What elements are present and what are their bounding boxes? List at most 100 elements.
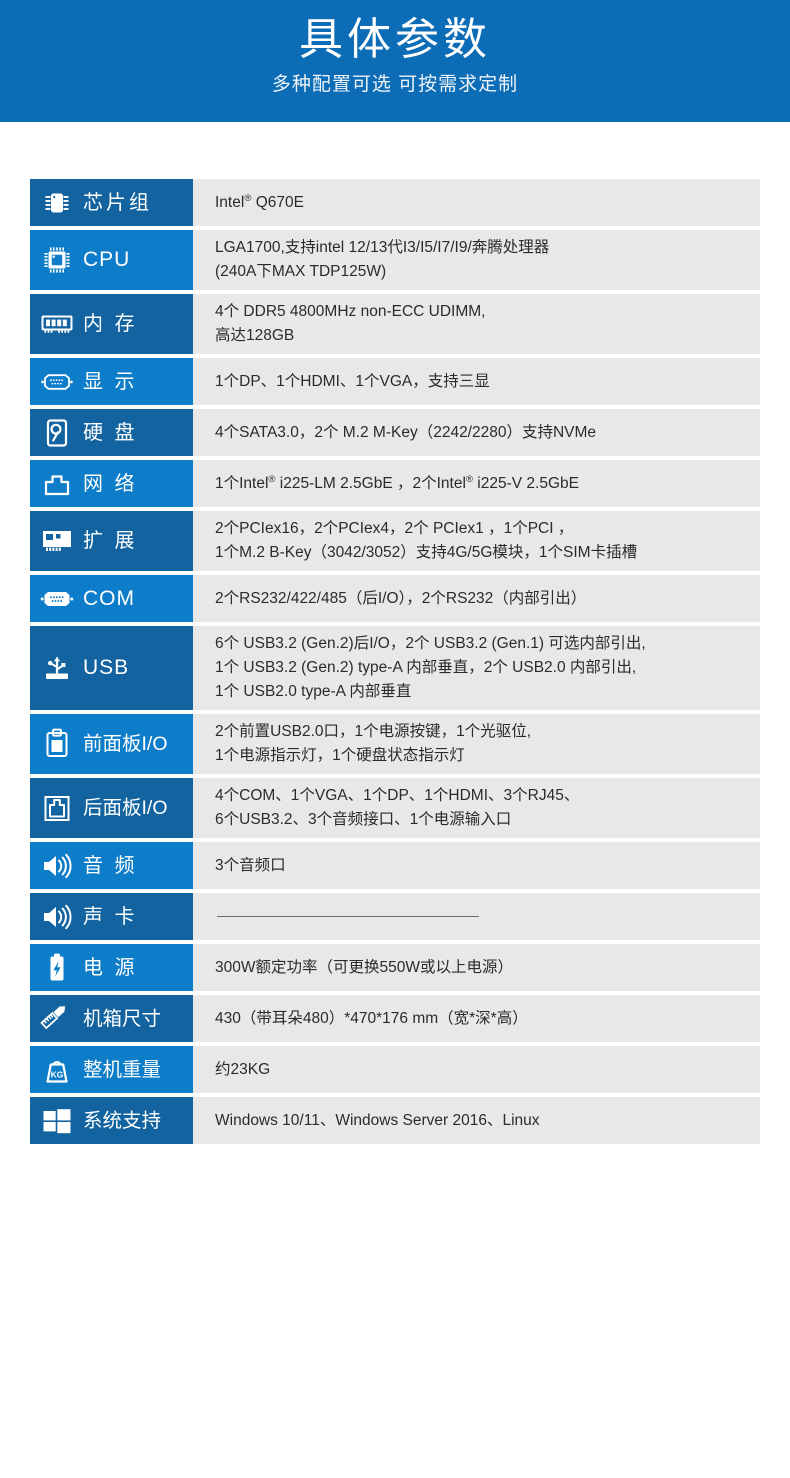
spec-row: 网 络 1个Intel® i225-LM 2.5GbE ，2个Intel® i22… xyxy=(30,460,760,507)
page-title: 具体参数 xyxy=(299,15,491,64)
spec-label-text: 系统支持 xyxy=(83,1109,162,1132)
battery-power-icon xyxy=(40,951,74,985)
spec-value-line: 约23KG xyxy=(215,1060,271,1078)
spec-row: KG 整机重量 约23KG xyxy=(30,1046,760,1093)
front-panel-icon xyxy=(40,727,74,761)
spec-row-value: Windows 10/11、Windows Server 2016、Linux xyxy=(193,1097,760,1144)
spec-row-value: 2个RS232/422/485（后I/O），2个RS232（内部引出） xyxy=(193,575,760,622)
spec-label-text: 扩 展 xyxy=(83,530,138,552)
spec-row-value: 4个 DDR5 4800MHz non-ECC UDIMM, 高达128GB xyxy=(193,294,760,354)
spec-row-value: 2个前置USB2.0口，1个电源按键，1个光驱位, 1个电源指示灯，1个硬盘状态指… xyxy=(193,714,760,774)
spec-row-value: 1个DP、1个HDMI、1个VGA，支持三显 xyxy=(193,358,760,405)
spec-row-value: 430（带耳朵480）*470*176 mm（宽*深*高） xyxy=(193,995,760,1042)
spec-row-value xyxy=(193,893,760,940)
spec-row-label: 网 络 xyxy=(30,460,193,507)
spec-value-line: 1个Intel® i225-LM 2.5GbE ，2个Intel® i225-V… xyxy=(215,473,579,492)
spec-label-text: 电 源 xyxy=(83,956,138,979)
spec-row: 硬 盘 4个SATA3.0，2个 M.2 M-Key（2242/2280）支持NV… xyxy=(30,409,760,456)
usb-icon xyxy=(40,651,74,685)
spec-row-label: 系统支持 xyxy=(30,1097,193,1144)
weight-kg-icon: KG xyxy=(40,1053,74,1087)
serial-port-icon xyxy=(40,582,74,616)
spec-row-value: 2个PCIex16，2个PCIex4，2个 PCIex1 ，1个PCI ， 1个M… xyxy=(193,511,760,571)
spec-value-line: 4个SATA3.0，2个 M.2 M-Key（2242/2280）支持NVMe xyxy=(215,423,597,441)
spec-label-text: USB xyxy=(83,656,130,679)
spec-row-label: 芯片组 xyxy=(30,179,193,226)
spec-label-text: 内 存 xyxy=(83,313,138,335)
spec-row-value: Intel® Q670E xyxy=(193,179,760,226)
spec-label-text: 前面板I/O xyxy=(83,733,168,755)
spec-row-label: 扩 展 xyxy=(30,511,193,571)
rj45-network-icon xyxy=(40,467,74,501)
spec-value-line: 2个前置USB2.0口，1个电源按键，1个光驱位, xyxy=(215,723,532,740)
vga-port-icon xyxy=(40,365,74,399)
spec-value-line: 4个COM、1个VGA、1个DP、1个HDMI、3个RJ45、 xyxy=(215,787,580,804)
spec-row-label: 前面板I/O xyxy=(30,714,193,774)
spec-row-value: 300W额定功率（可更换550W或以上电源） xyxy=(193,944,760,991)
spec-value-line: 1个 USB3.2 (Gen.2) type-A 内部垂直，2个 USB2.0 … xyxy=(215,659,637,676)
spec-value-line: 1个M.2 B-Key（3042/3052）支持4G/5G模块，1个SIM卡插槽 xyxy=(215,544,638,561)
spec-label-text: 网 络 xyxy=(83,472,138,495)
spec-label-text: 后面板I/O xyxy=(83,797,168,819)
spec-row: 前面板I/O 2个前置USB2.0口，1个电源按键，1个光驱位, 1个电源指示灯，1… xyxy=(30,714,760,774)
spec-row: CPU LGA1700,支持intel 12/13代I3/I5/I7/I9/奔腾处… xyxy=(30,230,760,290)
spec-value-line: 300W额定功率（可更换550W或以上电源） xyxy=(215,958,513,976)
spec-row: 声 卡 xyxy=(30,893,760,940)
spec-value-line: LGA1700,支持intel 12/13代I3/I5/I7/I9/奔腾处理器 xyxy=(215,239,550,256)
spec-row-value: 3个音频口 xyxy=(193,842,760,889)
spec-row-label: 机箱尺寸 xyxy=(30,995,193,1042)
spec-value-line: 430（带耳朵480）*470*176 mm（宽*深*高） xyxy=(215,1009,528,1027)
spec-row: COM 2个RS232/422/485（后I/O），2个RS232（内部引出） xyxy=(30,575,760,622)
spec-label-text: 硬 盘 xyxy=(83,421,138,444)
windows-logo-icon xyxy=(40,1104,74,1138)
spec-value-line: 6个 USB3.2 (Gen.2)后I/O，2个 USB3.2 (Gen.1) … xyxy=(215,635,646,652)
spec-value-line: 3个音频口 xyxy=(215,856,286,874)
spec-row-label: CPU xyxy=(30,230,193,290)
spec-row-value: 约23KG xyxy=(193,1046,760,1093)
spec-label-text: 音 频 xyxy=(83,854,138,877)
svg-text:KG: KG xyxy=(51,1069,64,1079)
spec-value-line: 1个DP、1个HDMI、1个VGA，支持三显 xyxy=(215,372,490,390)
spec-row: 电 源 300W额定功率（可更换550W或以上电源） xyxy=(30,944,760,991)
page-header-banner: 具体参数 多种配置可选 可按需求定制 xyxy=(0,0,790,122)
spec-row-label: 电 源 xyxy=(30,944,193,991)
spec-row: 显 示 1个DP、1个HDMI、1个VGA，支持三显 xyxy=(30,358,760,405)
cpu-icon xyxy=(40,243,74,277)
spec-label-text: 声 卡 xyxy=(83,905,138,928)
spec-label-text: 整机重量 xyxy=(83,1058,162,1081)
spec-label-text: 芯片组 xyxy=(83,191,152,214)
spec-row-label: 硬 盘 xyxy=(30,409,193,456)
spec-value-line: 6个USB3.2、3个音频接口、1个电源输入口 xyxy=(215,811,512,828)
spec-table: 芯片组 Intel® Q670E CPU LGA1700,支持intel 12/13代… xyxy=(30,179,760,1144)
spec-value-line: (240A下MAX TDP125W) xyxy=(215,263,387,280)
spec-label-text: 机箱尺寸 xyxy=(83,1007,162,1030)
spec-row-value: 1个Intel® i225-LM 2.5GbE ，2个Intel® i225-V… xyxy=(193,460,760,507)
spec-row-label: USB xyxy=(30,626,193,710)
spec-value-line: Intel® Q670E xyxy=(215,192,304,211)
spec-row: USB 6个 USB3.2 (Gen.2)后I/O，2个 USB3.2 (Gen.… xyxy=(30,626,760,710)
spec-row-label: 声 卡 xyxy=(30,893,193,940)
memory-module-icon xyxy=(40,307,74,341)
spec-row-value: LGA1700,支持intel 12/13代I3/I5/I7/I9/奔腾处理器 (… xyxy=(193,230,760,290)
spec-value-line: Windows 10/11、Windows Server 2016、Linux xyxy=(215,1111,540,1129)
spec-row-label: 后面板I/O xyxy=(30,778,193,838)
spec-row: 芯片组 Intel® Q670E xyxy=(30,179,760,226)
ruler-pencil-icon xyxy=(40,1002,74,1036)
speaker-icon xyxy=(40,900,74,934)
page-subtitle: 多种配置可选 可按需求定制 xyxy=(271,74,519,95)
spec-row: 扩 展 2个PCIex16，2个PCIex4，2个 PCIex1 ，1个PCI ，… xyxy=(30,511,760,571)
spec-row: 后面板I/O 4个COM、1个VGA、1个DP、1个HDMI、3个RJ45、 6个U… xyxy=(30,778,760,838)
empty-value-rule xyxy=(217,916,479,917)
hard-disk-icon xyxy=(40,416,74,450)
spec-value-line: 2个RS232/422/485（后I/O），2个RS232（内部引出） xyxy=(215,589,587,607)
spec-row-label: 内 存 xyxy=(30,294,193,354)
spec-value-line: 4个 DDR5 4800MHz non-ECC UDIMM, xyxy=(215,303,486,320)
spec-label-text: 显 示 xyxy=(83,370,138,393)
spec-row-value: 4个SATA3.0，2个 M.2 M-Key（2242/2280）支持NVMe xyxy=(193,409,760,456)
expansion-card-icon xyxy=(40,524,74,558)
spec-row: 音 频 3个音频口 xyxy=(30,842,760,889)
chip-icon xyxy=(40,186,74,220)
spec-label-text: CPU xyxy=(83,248,131,271)
spec-value-line: 2个PCIex16，2个PCIex4，2个 PCIex1 ，1个PCI ， xyxy=(215,520,574,537)
spec-row: 机箱尺寸 430（带耳朵480）*470*176 mm（宽*深*高） xyxy=(30,995,760,1042)
